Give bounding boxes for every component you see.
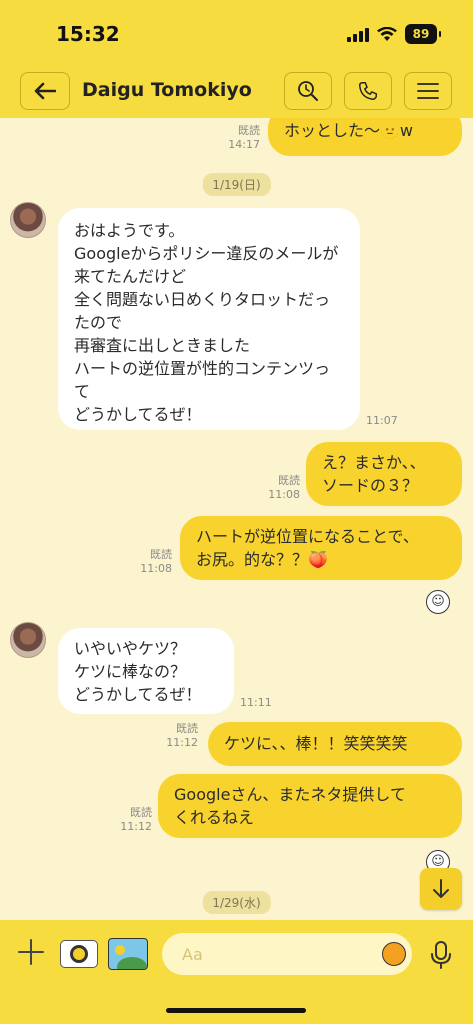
input-bar xyxy=(0,920,473,986)
wifi-icon xyxy=(377,26,397,41)
scroll-to-bottom-button[interactable] xyxy=(420,868,462,910)
battery-icon: 89 xyxy=(405,24,441,44)
status-time: 15:32 xyxy=(56,22,120,46)
chat-area[interactable]: 既読 14:17 ホッとした〜🫥w 1/19(日) おはようです。 Googleか… xyxy=(0,118,473,920)
menu-button[interactable] xyxy=(404,72,452,110)
phone-icon xyxy=(359,82,377,100)
date-separator: 1/19(日) xyxy=(202,173,271,196)
menu-icon xyxy=(417,83,439,99)
call-button[interactable] xyxy=(344,72,392,110)
message-bubble[interactable]: いやいやケツ？ ケツに棒なの？ どうかしてるぜ！ xyxy=(58,628,234,714)
date-separator: 1/29(水) xyxy=(202,891,271,914)
reaction-sticker-icon: ☺ xyxy=(426,590,450,614)
read-meta: 既読 11:08 xyxy=(140,548,172,575)
search-icon xyxy=(298,81,318,101)
search-button[interactable] xyxy=(284,72,332,110)
sticker-icon[interactable] xyxy=(382,942,406,966)
image-icon xyxy=(115,945,125,955)
arrow-down-icon xyxy=(433,879,449,898)
read-meta: 既読 14:17 xyxy=(228,124,260,151)
back-arrow-icon xyxy=(34,82,56,100)
avatar[interactable] xyxy=(10,202,46,238)
message-bubble[interactable]: Googleさん、またネタ提供して くれるねえ xyxy=(158,774,462,838)
avatar[interactable] xyxy=(10,622,46,658)
chat-header: Daigu Tomokiyo xyxy=(0,64,473,118)
home-area xyxy=(0,986,473,1024)
back-button[interactable] xyxy=(20,72,70,110)
image-icon-hill xyxy=(117,957,147,969)
image-button[interactable] xyxy=(108,938,148,970)
message-bubble[interactable]: おはようです。 Googleからポリシー違反のメールが来てたんだけど 全く問題な… xyxy=(58,208,360,430)
read-meta: 既読 11:08 xyxy=(268,474,300,501)
read-meta: 既読 11:12 xyxy=(120,806,152,833)
message-time: 11:07 xyxy=(366,414,398,427)
mic-icon[interactable] xyxy=(430,940,452,970)
signal-icon xyxy=(347,26,369,42)
message-bubble[interactable]: え？まさか、、 ソードの３？ xyxy=(306,442,462,506)
message-time: 11:11 xyxy=(240,696,272,709)
status-bar: 15:32 89 xyxy=(0,0,473,64)
message-bubble[interactable]: ホッとした〜🫥w xyxy=(268,118,462,156)
message-bubble[interactable]: ケツに、、棒！！笑笑笑笑 xyxy=(208,722,462,766)
chat-title: Daigu Tomokiyo xyxy=(82,79,252,101)
camera-button[interactable] xyxy=(60,940,98,968)
message-bubble[interactable]: ハートが逆位置になることで、 お尻。的な？？🍑 xyxy=(180,516,462,580)
status-icons: 89 xyxy=(347,24,441,44)
plus-icon[interactable] xyxy=(16,937,46,967)
home-indicator[interactable] xyxy=(166,1008,306,1013)
read-meta: 既読 11:12 xyxy=(166,722,198,749)
message-input[interactable] xyxy=(162,933,412,975)
camera-icon xyxy=(70,945,88,963)
